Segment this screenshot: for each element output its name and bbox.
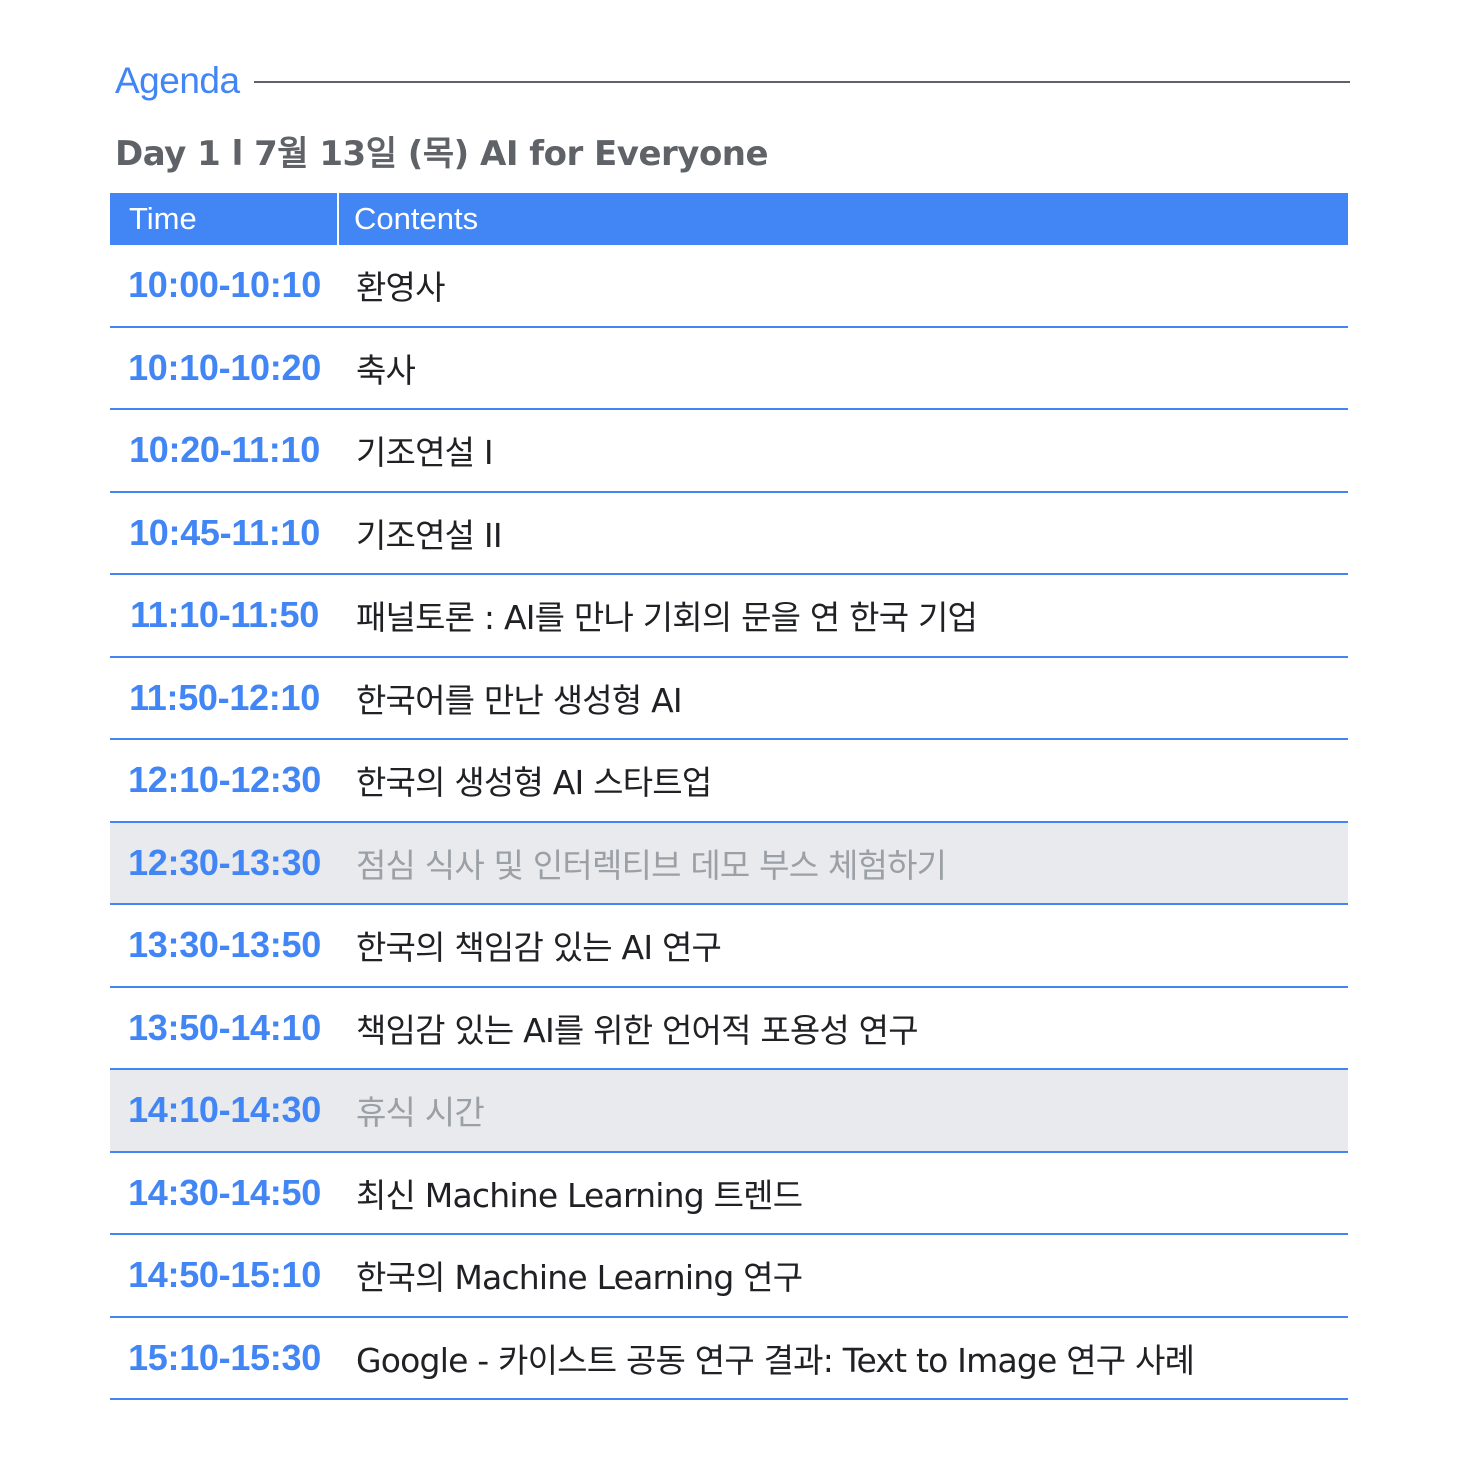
table-row: 10:45-11:10 기조연설 II: [110, 493, 1348, 575]
table-row: 12:30-13:30 점심 식사 및 인터렉티브 데모 부스 체험하기: [110, 822, 1348, 905]
session-time: 13:50-14:10: [128, 1006, 321, 1048]
session-title: 한국의 책임감 있는 AI 연구: [356, 928, 722, 968]
session-title: 한국의 Machine Learning 연구: [356, 1258, 803, 1298]
table-row: 13:30-13:50 한국의 책임감 있는 AI 연구: [110, 905, 1348, 988]
session-title: 패널토론 : AI를 만나 기회의 문을 연 한국 기업: [356, 598, 978, 638]
session-time: 14:50-15:10: [128, 1254, 321, 1296]
session-time: 14:10-14:30: [128, 1089, 321, 1131]
agenda-label: Agenda: [115, 60, 240, 101]
session-title: 기조연설 I: [356, 433, 494, 473]
table-header: Time Contents: [110, 193, 1348, 245]
session-time: 11:10-11:50: [130, 594, 319, 636]
table-row: 14:10-14:30 휴식 시간: [110, 1070, 1348, 1153]
session-time: 10:00-10:10: [128, 264, 321, 306]
session-time: 12:30-13:30: [128, 841, 321, 883]
session-title: 점심 식사 및 인터렉티브 데모 부스 체험하기: [356, 845, 947, 885]
table-row: 11:50-12:10 한국어를 만난 생성형 AI: [110, 658, 1348, 740]
session-time: 14:30-14:50: [128, 1171, 321, 1213]
session-title: 기조연설 II: [356, 515, 503, 555]
session-title: 축사: [356, 350, 416, 390]
table-row: 14:30-14:50 최신 Machine Learning 트렌드: [110, 1153, 1348, 1235]
table-row: 10:00-10:10 환영사: [110, 245, 1348, 328]
session-title: 환영사: [356, 268, 445, 308]
session-time: 10:45-11:10: [129, 511, 320, 553]
table-row: 12:10-12:30 한국의 생성형 AI 스타트업: [110, 740, 1348, 823]
session-time: 13:30-13:50: [128, 924, 321, 966]
table-row: 10:10-10:20 축사: [110, 328, 1348, 410]
session-title: Google - 카이스트 공동 연구 결과: Text to Image 연구…: [356, 1340, 1195, 1380]
session-title: 한국어를 만난 생성형 AI: [356, 680, 683, 720]
session-time: 10:10-10:20: [128, 346, 321, 388]
session-time: 15:10-15:30: [128, 1336, 321, 1378]
day-title: Day 1 l 7월 13일 (목) AI for Everyone: [115, 134, 769, 174]
table-row: 15:10-15:30 Google - 카이스트 공동 연구 결과: Text…: [110, 1318, 1348, 1400]
table-row: 13:50-14:10 책임감 있는 AI를 위한 언어적 포용성 연구: [110, 988, 1348, 1070]
agenda-table: Time Contents 10:00-10:10 환영사 10:10-10:2…: [110, 193, 1348, 1400]
agenda-header: Agenda: [115, 56, 1350, 106]
session-title: 휴식 시간: [356, 1093, 485, 1133]
table-row: 14:50-15:10 한국의 Machine Learning 연구: [110, 1235, 1348, 1318]
session-title: 책임감 있는 AI를 위한 언어적 포용성 연구: [356, 1010, 919, 1050]
table-row: 11:10-11:50 패널토론 : AI를 만나 기회의 문을 연 한국 기업: [110, 575, 1348, 658]
session-time: 10:20-11:10: [129, 429, 320, 471]
table-row: 10:20-11:10 기조연설 I: [110, 410, 1348, 493]
session-title: 한국의 생성형 AI 스타트업: [356, 763, 712, 803]
column-header-time: Time: [110, 193, 339, 245]
header-divider: [253, 81, 1350, 83]
session-title: 최신 Machine Learning 트렌드: [356, 1175, 803, 1215]
session-time: 12:10-12:30: [128, 759, 321, 801]
column-header-contents: Contents: [354, 201, 479, 236]
session-time: 11:50-12:10: [129, 676, 320, 718]
